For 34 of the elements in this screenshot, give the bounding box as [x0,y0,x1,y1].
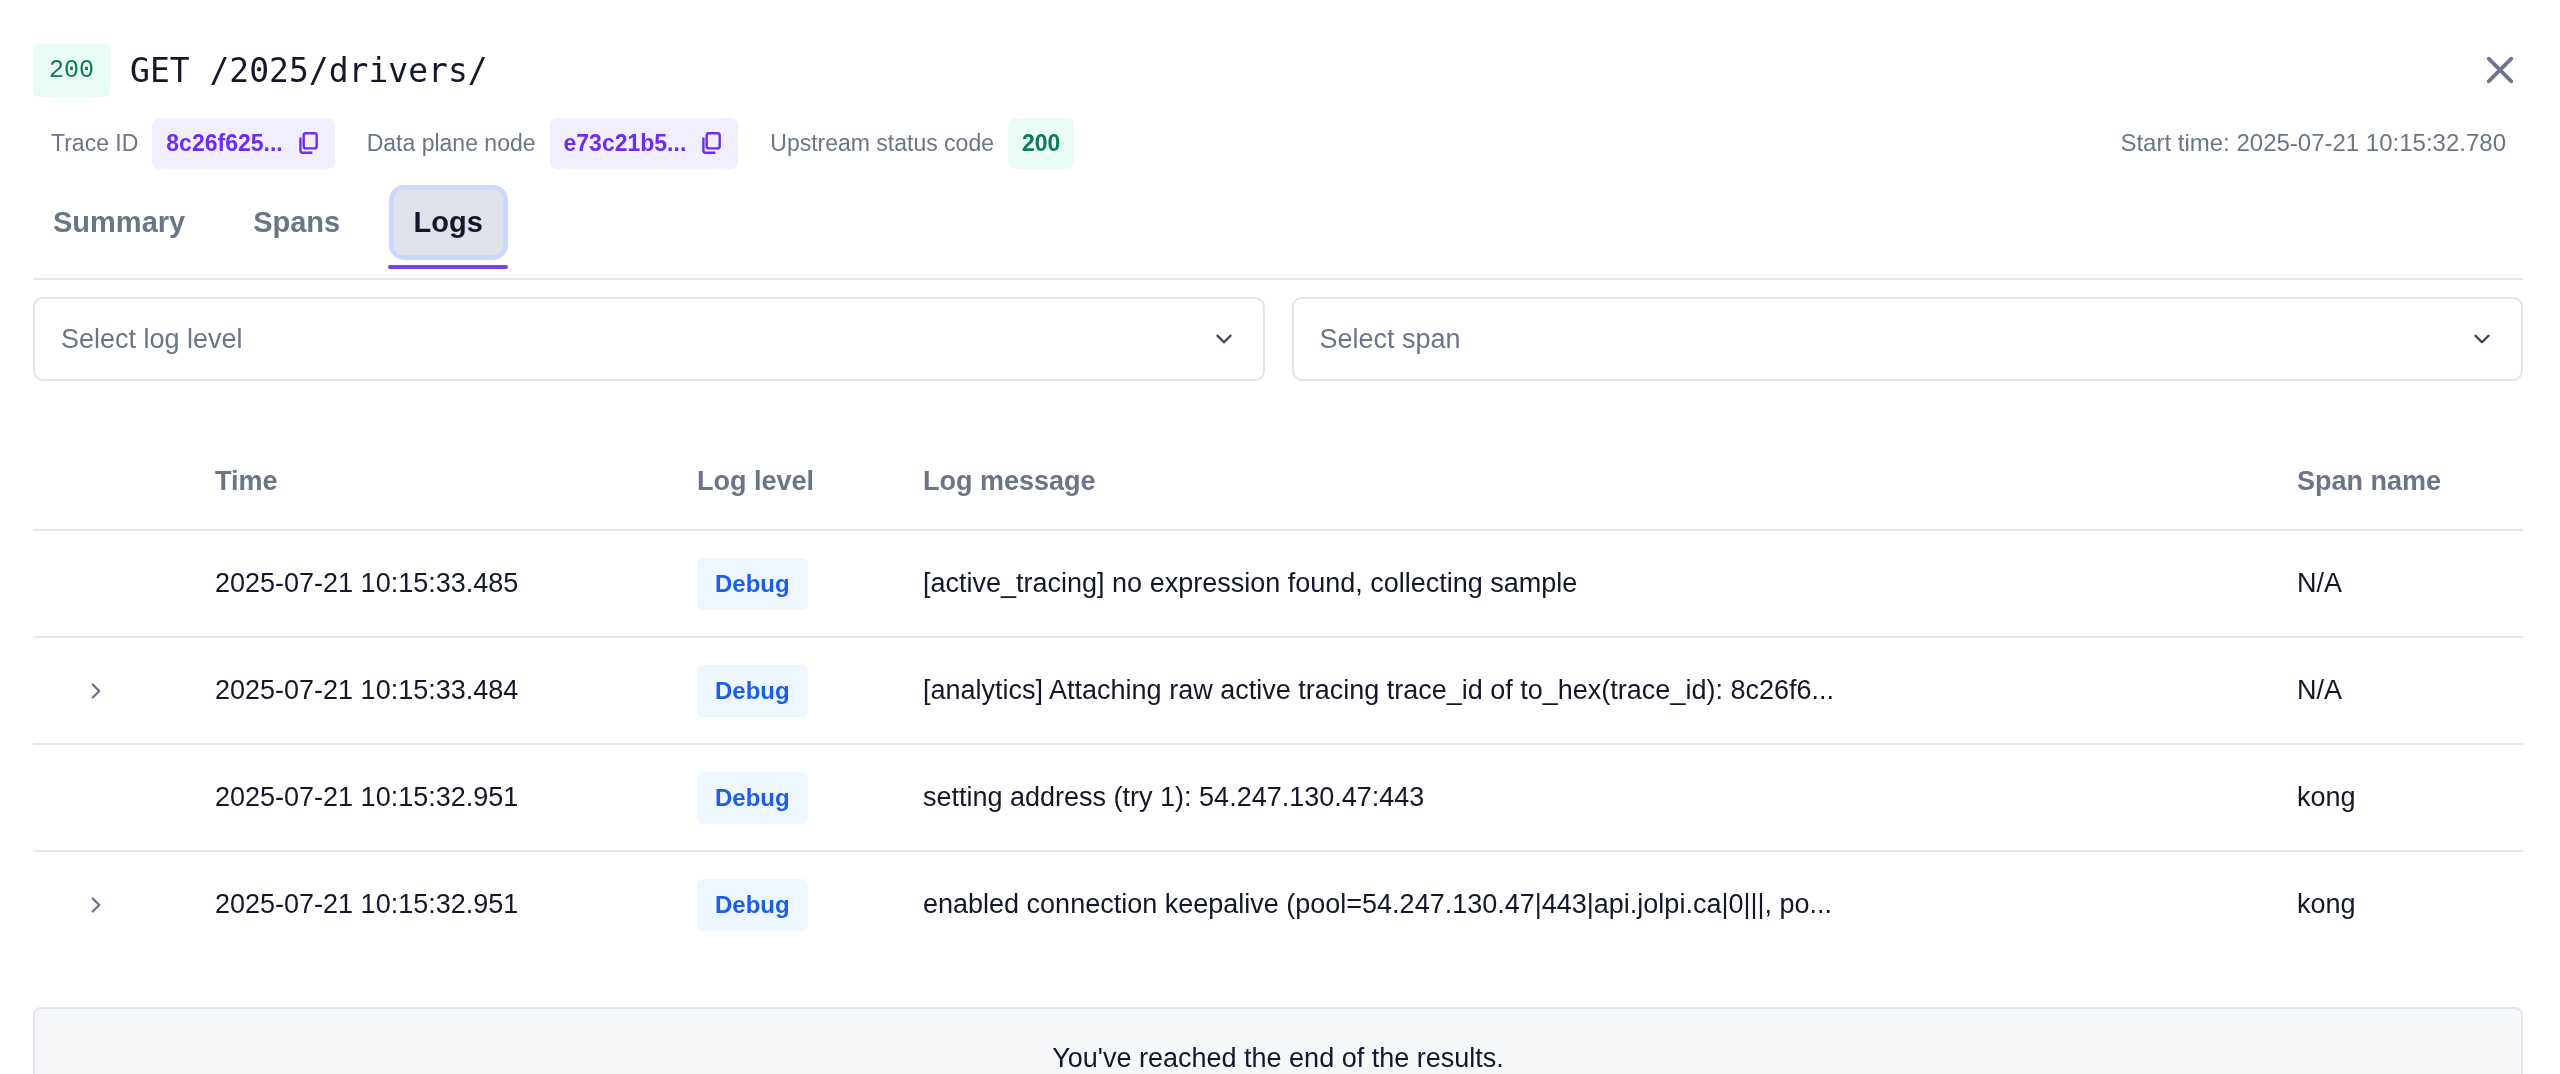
span-name: N/A [2297,675,2343,706]
select-field[interactable]: Select span [1291,297,2523,381]
log-level-badge: Debug [697,878,808,931]
tab[interactable]: Summary [33,190,206,255]
log-level-badge: Debug [697,557,808,610]
meta-label: Data plane node [366,129,536,157]
request-title: GET /2025/drivers/ [130,50,488,90]
column-header: Time [215,465,279,497]
status-badge: 200 [1008,117,1075,169]
column-header: Span name [2297,465,2443,497]
log-message: setting address (try 1): 54.247.130.47:443 [923,782,1426,813]
meta-label: Upstream status code [770,129,994,157]
span-name: kong [2297,889,2357,920]
span-name: N/A [2297,568,2343,599]
span-name: kong [2297,782,2357,813]
column-header: Log message [923,465,1097,497]
select-field[interactable]: Select log level [33,297,1265,381]
meta-label: Trace ID [51,129,139,157]
time-cell-text: 2025-07-21 10:15:33.484 [215,675,520,706]
end-message: You've reached the end of the results. [1052,1043,1504,1074]
time-cell-text: 2025-07-21 10:15:33.485 [215,568,520,599]
log-message: [analytics] Attaching raw active tracing trace_id of to_hex(trace_id): 8c26f6... [923,675,1835,706]
log-message: enabled connection keepalive (pool=54.247.130.47|443|api.jolpi.ca|0|||, po... [923,889,1833,920]
id-chip[interactable]: e73c21b5... [549,117,739,169]
log-message: [active_tracing] no expression found, collecting sample [923,568,1579,599]
column-header: Log level [697,465,816,497]
start-time: Start time: 2025-07-21 10:15:32.780 [2120,129,2506,157]
id-chip[interactable]: 8c26f625... [152,117,335,169]
time-cell-text: 2025-07-21 10:15:32.951 [215,782,520,813]
log-level-badge: Debug [697,664,808,717]
status-badge: 200 [33,43,110,97]
time-cell-text: 2025-07-21 10:15:32.951 [215,889,520,920]
log-level-badge: Debug [697,771,808,824]
tab[interactable]: Spans [233,190,361,255]
